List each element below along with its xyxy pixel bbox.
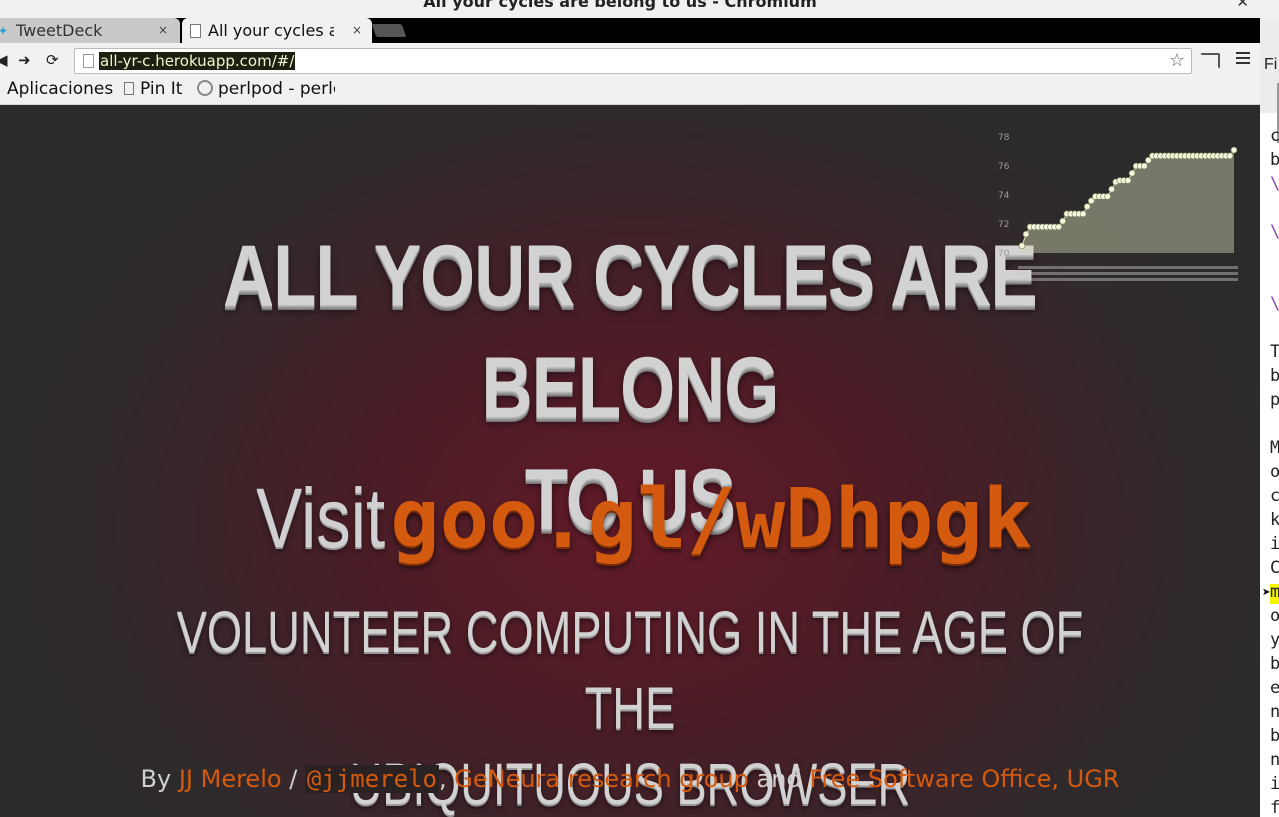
x-tick-label-row <box>1018 266 1238 269</box>
side-window-char: \ <box>1270 294 1279 314</box>
side-window-char: i <box>1270 534 1279 554</box>
chart-point <box>1108 185 1115 193</box>
side-window-char: c <box>1270 486 1279 506</box>
side-window-header: Fi <box>1260 43 1279 143</box>
side-window-char: f <box>1270 798 1279 817</box>
reload-icon[interactable]: ⟳ <box>46 51 59 69</box>
side-window-char: p <box>1270 390 1279 410</box>
page-icon <box>124 82 134 95</box>
tab-all-your-cycles[interactable]: All your cycles are belong to us × <box>182 18 372 43</box>
tab-close-icon[interactable]: × <box>158 23 168 37</box>
browser-toolbar: ◀ ➜ ⟳ all-yr-c.herokuapp.com/#/ ☆ <box>0 43 1260 76</box>
chart-y-axis: 78 76 74 72 70 <box>998 133 1010 259</box>
tab-tweetdeck[interactable]: ✦ TweetDeck × <box>0 18 180 43</box>
y-tick-label: 70 <box>998 249 1010 259</box>
url-text[interactable]: all-yr-c.herokuapp.com/#/ <box>99 52 296 70</box>
new-tab-button[interactable] <box>371 24 407 37</box>
byline-and: and <box>756 765 802 793</box>
side-window-char: T <box>1270 342 1279 362</box>
bookmark-pin-it[interactable]: Pin It <box>124 79 182 99</box>
visit-line: Visit goo.gl/wDhpgk <box>0 470 1260 567</box>
side-window-char: o <box>1270 606 1279 626</box>
y-tick-label: 78 <box>998 133 1010 143</box>
side-window-char: e <box>1270 678 1279 698</box>
tab-label: TweetDeck <box>16 21 103 40</box>
side-window-char: c <box>1270 126 1279 146</box>
author-link[interactable]: JJ Merelo <box>179 765 282 793</box>
chart-point <box>1124 177 1132 184</box>
tab-label: All your cycles are belong to us <box>208 21 334 40</box>
chart-point <box>1059 217 1067 225</box>
short-url-link[interactable]: goo.gl/wDhpgk <box>390 472 1032 567</box>
byline-by: By <box>140 765 172 793</box>
chart-point <box>1022 230 1030 238</box>
globe-icon <box>197 80 213 96</box>
cast-icon[interactable] <box>1200 53 1220 69</box>
side-window-char: n <box>1270 702 1279 722</box>
chart-point <box>1083 203 1091 210</box>
bookmark-perlpod[interactable]: perlpod - perlc <box>197 79 335 99</box>
close-icon[interactable]: ✕ <box>1236 0 1249 11</box>
chart-point <box>1055 223 1062 231</box>
x-tick-label-row <box>1018 278 1238 281</box>
back-icon[interactable]: ◀ <box>0 51 8 69</box>
chart-point <box>1018 242 1026 250</box>
side-window-char: o <box>1270 462 1279 482</box>
side-window-char: b <box>1270 726 1279 746</box>
y-tick-label: 76 <box>998 162 1010 172</box>
author-byline: By JJ Merelo / @jjmerelo, GeNeura resear… <box>0 765 1260 793</box>
side-window: Fi ➤ cb\\\TbpMockiCmoybenbnif <box>1260 43 1279 817</box>
side-window-char: C <box>1270 558 1279 578</box>
mini-area-chart: 78 76 74 72 70 <box>998 133 1238 281</box>
forward-icon[interactable]: ➜ <box>18 51 31 69</box>
chart-point <box>1141 162 1148 170</box>
window-title: All your cycles are belong to us - Chrom… <box>423 0 817 11</box>
bookmark-label: perlpod - perlc <box>218 79 335 99</box>
chart-point <box>1104 193 1111 200</box>
byline-sep: / <box>289 765 298 793</box>
tab-close-icon[interactable]: × <box>352 23 362 37</box>
page-icon <box>83 54 94 68</box>
twitter-bird-icon: ✦ <box>0 24 9 38</box>
visit-label: Visit <box>256 471 386 565</box>
side-window-char: \ <box>1270 222 1279 242</box>
x-tick-label-row <box>1018 272 1238 275</box>
slide-subtitle-line1: VOLUNTEER COMPUTING IN THE AGE OF THE <box>176 600 1084 741</box>
presentation-slide: ALL YOUR CYCLES ARE BELONG TO US Visit g… <box>0 105 1260 817</box>
page-icon <box>190 24 201 38</box>
bookmark-label: Pin It <box>140 79 183 99</box>
side-window-char: b <box>1270 654 1279 674</box>
side-window-char: k <box>1270 510 1279 530</box>
bookmark-aplicaciones[interactable]: Aplicaciones <box>7 79 113 99</box>
side-window-header-text: Fi <box>1264 56 1278 73</box>
address-bar[interactable]: all-yr-c.herokuapp.com/#/ ☆ <box>74 48 1192 74</box>
side-window-char: m <box>1270 582 1279 602</box>
office-link[interactable]: Free Software Office, UGR <box>809 765 1119 793</box>
side-window-char: n <box>1270 750 1279 770</box>
side-window-char: M <box>1270 438 1279 458</box>
window-titlebar: All your cycles are belong to us - Chrom… <box>0 0 1279 18</box>
side-window-char: y <box>1270 630 1279 650</box>
side-window-char: \ <box>1270 174 1279 194</box>
y-tick-label: 74 <box>998 191 1010 201</box>
chart-point <box>1230 146 1238 154</box>
bookmark-star-icon[interactable]: ☆ <box>1169 50 1185 71</box>
bookmarks-bar: Aplicaciones Pin It perlpod - perlc <box>0 76 1260 105</box>
chart-x-labels <box>1018 266 1238 281</box>
side-window-char: i <box>1270 774 1279 794</box>
hamburger-menu-icon[interactable] <box>1236 52 1250 67</box>
chart-point <box>1079 210 1087 218</box>
tab-strip: ✦ TweetDeck × All your cycles are belong… <box>0 18 1260 43</box>
chart-area <box>1022 150 1234 253</box>
y-tick-label: 72 <box>998 220 1009 230</box>
chart-point <box>1128 169 1136 177</box>
byline-comma: , <box>438 765 447 793</box>
side-window-char: b <box>1270 366 1279 386</box>
twitter-handle-link[interactable]: @jjmerelo <box>304 765 439 793</box>
group-link[interactable]: GeNeura research group <box>454 765 749 793</box>
chart-point <box>1226 152 1234 160</box>
side-window-char: b <box>1270 150 1279 170</box>
